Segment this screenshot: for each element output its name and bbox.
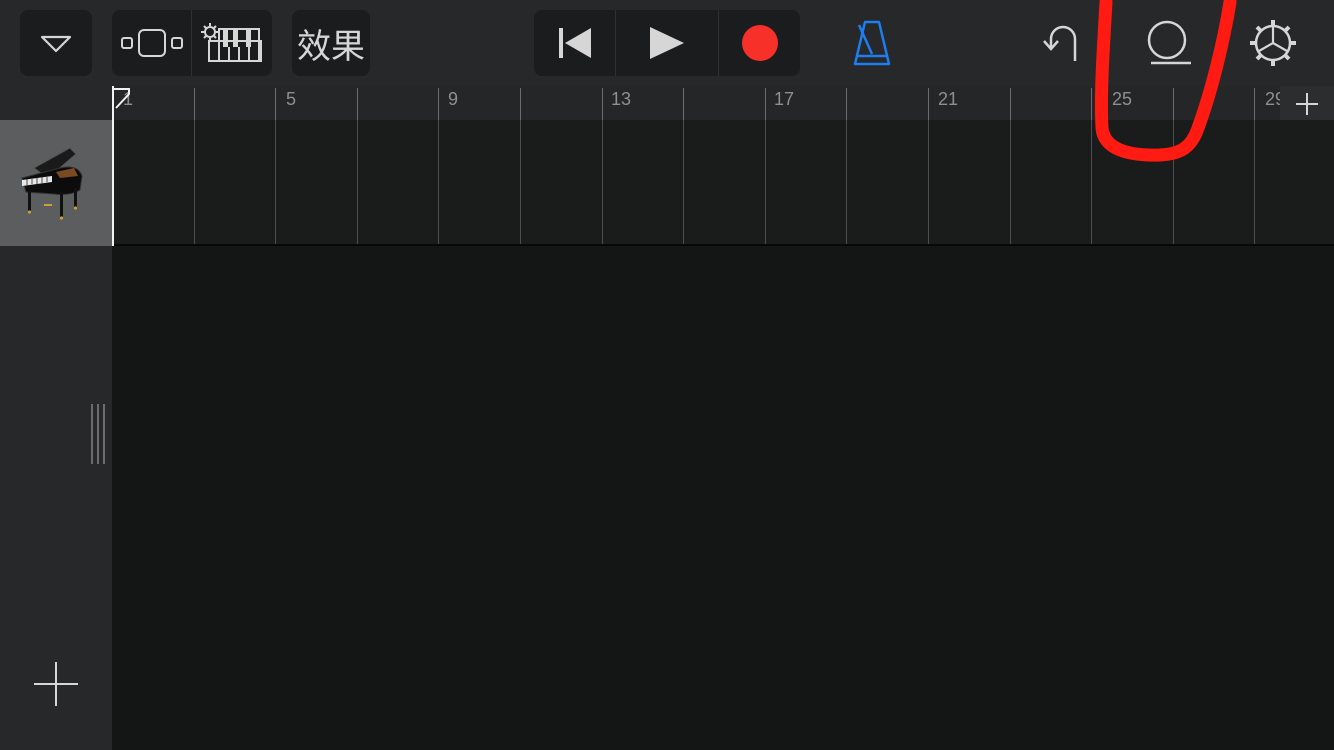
grid-line (520, 120, 521, 244)
control-bar: 效果 (0, 0, 1334, 86)
effects-label: 效果 (297, 26, 365, 67)
undo-icon (1043, 25, 1077, 61)
ruler-corner (0, 86, 112, 120)
ruler-tick (602, 88, 603, 120)
bar-number: 25 (1112, 89, 1133, 109)
grid-line (683, 120, 684, 244)
play-icon (650, 27, 684, 59)
add-track-button[interactable] (30, 658, 82, 710)
ruler-tick (275, 88, 276, 120)
resize-handle-icon[interactable] (88, 402, 108, 466)
undo-button[interactable] (1036, 16, 1086, 70)
ruler-tick (438, 88, 439, 120)
ruler-tick (683, 88, 684, 120)
grid-line (1254, 120, 1255, 244)
ruler-tick (357, 88, 358, 120)
ruler-tick (765, 88, 766, 120)
metronome-button[interactable] (846, 14, 898, 72)
ruler-tick (520, 88, 521, 120)
ruler-tick (1254, 88, 1255, 120)
browser-button[interactable] (20, 10, 92, 76)
grid-line (1173, 120, 1174, 244)
settings-button[interactable] (1246, 14, 1300, 72)
grid-line (438, 120, 439, 244)
play-button[interactable] (616, 10, 718, 76)
loops-button[interactable] (1140, 14, 1196, 70)
effects-button[interactable]: 效果 (292, 10, 370, 76)
record-button[interactable] (719, 10, 800, 76)
track-list-panel (0, 246, 112, 750)
chevron-down-icon (40, 35, 72, 53)
bar-number: 21 (938, 89, 959, 109)
grid-line (765, 120, 766, 244)
loop-icon (1147, 20, 1191, 65)
ruler-tick (928, 88, 929, 120)
grid-line (357, 120, 358, 244)
metronome-icon (853, 20, 891, 66)
grid-line (194, 120, 195, 244)
keyboard-icon (201, 23, 262, 62)
bar-number: 13 (611, 89, 632, 109)
ruler-tick (1173, 88, 1174, 120)
go-to-beginning-icon (558, 28, 591, 58)
bar-number: 17 (774, 89, 795, 109)
track-lane-piano[interactable] (112, 120, 1334, 244)
ruler-tick (1091, 88, 1092, 120)
bar-number: 9 (448, 89, 459, 109)
plus-icon (1296, 93, 1318, 115)
ruler-tick (846, 88, 847, 120)
grid-line (602, 120, 603, 244)
grid-line (1091, 120, 1092, 244)
tracks-view-icon (120, 29, 183, 57)
grid-line (275, 120, 276, 244)
track-separator (112, 244, 1334, 246)
grid-line (928, 120, 929, 244)
timeline-ruler[interactable]: 1 5 9 13 17 21 25 29 (112, 86, 1334, 120)
track-header-piano[interactable] (0, 120, 112, 246)
grid-line (1010, 120, 1011, 244)
ruler-tick (1010, 88, 1011, 120)
add-section-button[interactable] (1280, 86, 1334, 120)
bar-number: 5 (286, 89, 297, 109)
go-to-beginning-button[interactable] (534, 10, 615, 76)
settings-gear-icon (1250, 20, 1296, 66)
playhead-handle-icon[interactable] (112, 86, 132, 120)
grand-piano-icon (21, 147, 83, 220)
plus-icon (34, 662, 78, 706)
record-icon (741, 25, 778, 61)
instrument-view-button[interactable] (192, 10, 272, 76)
tracks-view-button[interactable] (112, 10, 191, 76)
grid-line (846, 120, 847, 244)
ruler-tick (194, 88, 195, 120)
